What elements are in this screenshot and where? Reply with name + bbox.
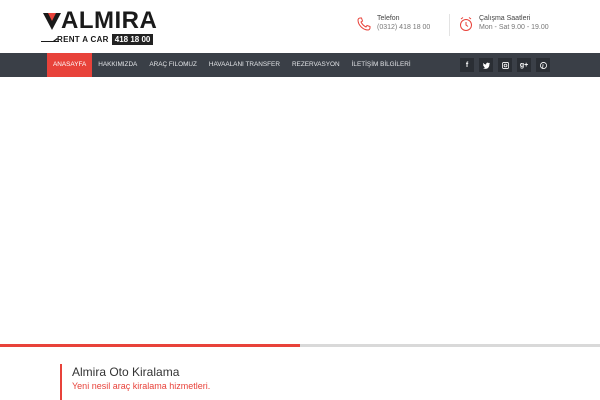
social-links: f g+ <box>460 58 555 72</box>
google-plus-icon[interactable]: g+ <box>517 58 531 72</box>
phone-title: Telefon <box>377 15 400 22</box>
phone-value: (0312) 418 18 00 <box>377 24 431 31</box>
clock-icon <box>460 17 472 31</box>
logo-phone: 418 18 00 <box>111 34 154 45</box>
hours-info: Çalışma Saatleri Mon - Sat 9.00 - 19.00 <box>458 14 549 33</box>
nav-item-havaalani-transfer[interactable]: HAVAALANI TRANSFER <box>203 53 286 77</box>
pinterest-icon[interactable] <box>536 58 550 72</box>
caption-title: Almira Oto Kiralama <box>72 365 180 379</box>
facebook-icon[interactable]: f <box>460 58 474 72</box>
caption-subtitle: Yeni nesil araç kiralama hizmetleri. <box>72 381 211 391</box>
twitter-icon[interactable] <box>479 58 493 72</box>
nav-item-arac-filomuz[interactable]: ARAÇ FILOMUZ <box>143 53 203 77</box>
slider-progress-bar <box>0 344 600 347</box>
hours-title: Çalışma Saatleri <box>479 15 531 22</box>
main-nav: ANASAYFA HAKKIMIZDA ARAÇ FILOMUZ HAVAALA… <box>0 53 600 77</box>
nav-item-rezervasyon[interactable]: REZERVASYON <box>286 53 346 77</box>
slide-caption: Almira Oto Kiralama Yeni nesil araç kira… <box>60 364 210 400</box>
logo-subtitle: RENT A CAR <box>57 35 109 44</box>
nav-item-iletisim-bilgileri[interactable]: İLETİŞİM BİLGİLERİ <box>346 53 417 77</box>
hero-slider[interactable] <box>0 77 600 345</box>
logo[interactable]: ALMIRA RENT A CAR 418 18 00 <box>41 9 163 47</box>
slider-progress-fill <box>0 344 300 347</box>
instagram-icon[interactable] <box>498 58 512 72</box>
logo-mark-icon <box>43 13 61 30</box>
logo-brand: ALMIRA <box>61 7 158 34</box>
phone-icon <box>357 17 371 31</box>
site-header: ALMIRA RENT A CAR 418 18 00 Telefon (031… <box>0 0 600 53</box>
phone-info: Telefon (0312) 418 18 00 <box>356 14 430 33</box>
nav-item-hakkimizda[interactable]: HAKKIMIZDA <box>92 53 143 77</box>
hours-value: Mon - Sat 9.00 - 19.00 <box>479 24 549 31</box>
nav-item-anasayfa[interactable]: ANASAYFA <box>47 53 93 77</box>
header-divider <box>449 14 450 36</box>
